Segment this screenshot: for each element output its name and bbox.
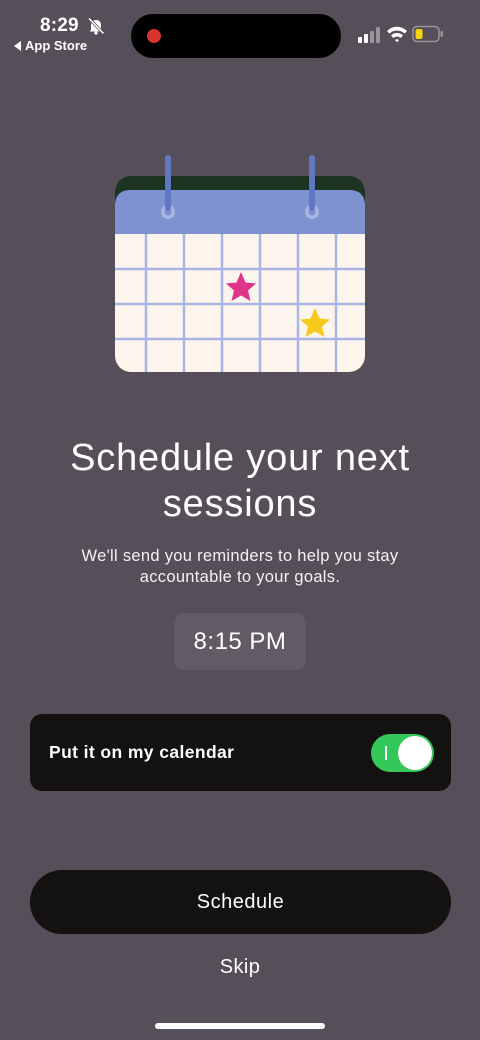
- schedule-button-label: Schedule: [196, 890, 285, 913]
- calendar-toggle-label: Put it on my calendar: [49, 742, 235, 762]
- cellular-signal-icon: [358, 27, 380, 43]
- status-time: 8:29: [40, 15, 79, 36]
- back-triangle-icon: [14, 40, 21, 51]
- skip-button[interactable]: Skip: [190, 952, 290, 982]
- page-title: Schedule your next sessions: [70, 437, 410, 525]
- bell-slash-icon: [87, 17, 105, 35]
- calendar-toggle-row: Put it on my calendar: [30, 714, 451, 791]
- home-indicator[interactable]: [155, 1023, 325, 1029]
- time-picker-button[interactable]: 8:15 PM: [174, 613, 306, 670]
- page-subtitle: We'll send you reminders to help you sta…: [81, 547, 399, 586]
- calendar-ring-left: [165, 155, 171, 211]
- calendar-ring-right: [309, 155, 315, 211]
- recording-indicator-icon: [147, 29, 161, 43]
- dynamic-island: [131, 14, 341, 58]
- calendar-illustration: [115, 155, 365, 372]
- switch-on-mark-icon: [385, 746, 387, 760]
- schedule-button[interactable]: Schedule: [30, 870, 451, 934]
- back-to-app-store-link[interactable]: App Store: [14, 38, 87, 53]
- calendar-toggle-switch[interactable]: [371, 734, 434, 772]
- switch-knob: [398, 736, 432, 770]
- back-app-label: App Store: [25, 38, 88, 53]
- status-bar: 8:29 App Store: [0, 0, 480, 70]
- battery-icon: [412, 25, 443, 43]
- wifi-icon: [387, 26, 407, 43]
- time-picker-value: 8:15 PM: [193, 627, 287, 655]
